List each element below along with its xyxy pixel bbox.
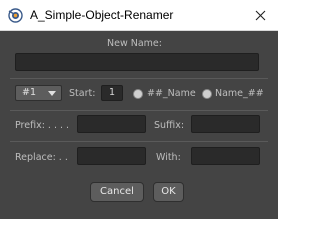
divider bbox=[10, 141, 268, 142]
window-title: A_Simple-Object-Renamer bbox=[30, 8, 174, 22]
suffix-input[interactable] bbox=[191, 115, 260, 133]
new-name-input[interactable] bbox=[15, 53, 259, 71]
start-label: Start: bbox=[69, 88, 96, 99]
with-label: With: bbox=[156, 152, 181, 163]
app-icon bbox=[8, 8, 23, 23]
prefix-input[interactable] bbox=[77, 115, 146, 133]
numbering-dropdown-value: #1 bbox=[22, 87, 37, 98]
name-prefix-number-label: Name_## bbox=[215, 88, 264, 99]
ok-button[interactable]: OK bbox=[153, 182, 184, 202]
renamer-dialog: New Name: #1 Start: 1 ##_Name Name_## Pr… bbox=[0, 31, 278, 219]
close-icon[interactable] bbox=[248, 4, 272, 26]
name-prefix-number-checkbox[interactable] bbox=[202, 89, 212, 99]
name-suffix-number-checkbox[interactable] bbox=[133, 89, 143, 99]
prefix-label: Prefix: . . . . bbox=[15, 120, 70, 131]
with-input[interactable] bbox=[191, 147, 260, 165]
numbering-dropdown[interactable]: #1 bbox=[15, 85, 62, 101]
name-suffix-number-label: ##_Name bbox=[147, 88, 196, 99]
suffix-label: Suffix: bbox=[154, 120, 185, 131]
cancel-button[interactable]: Cancel bbox=[90, 182, 144, 202]
chevron-down-icon bbox=[48, 91, 56, 96]
divider bbox=[10, 78, 268, 79]
replace-label: Replace: . . bbox=[15, 152, 68, 163]
replace-input[interactable] bbox=[77, 147, 146, 165]
new-name-label: New Name: bbox=[107, 38, 162, 49]
title-bar: A_Simple-Object-Renamer bbox=[0, 0, 278, 31]
divider bbox=[10, 110, 268, 111]
start-number-input[interactable]: 1 bbox=[101, 85, 123, 101]
